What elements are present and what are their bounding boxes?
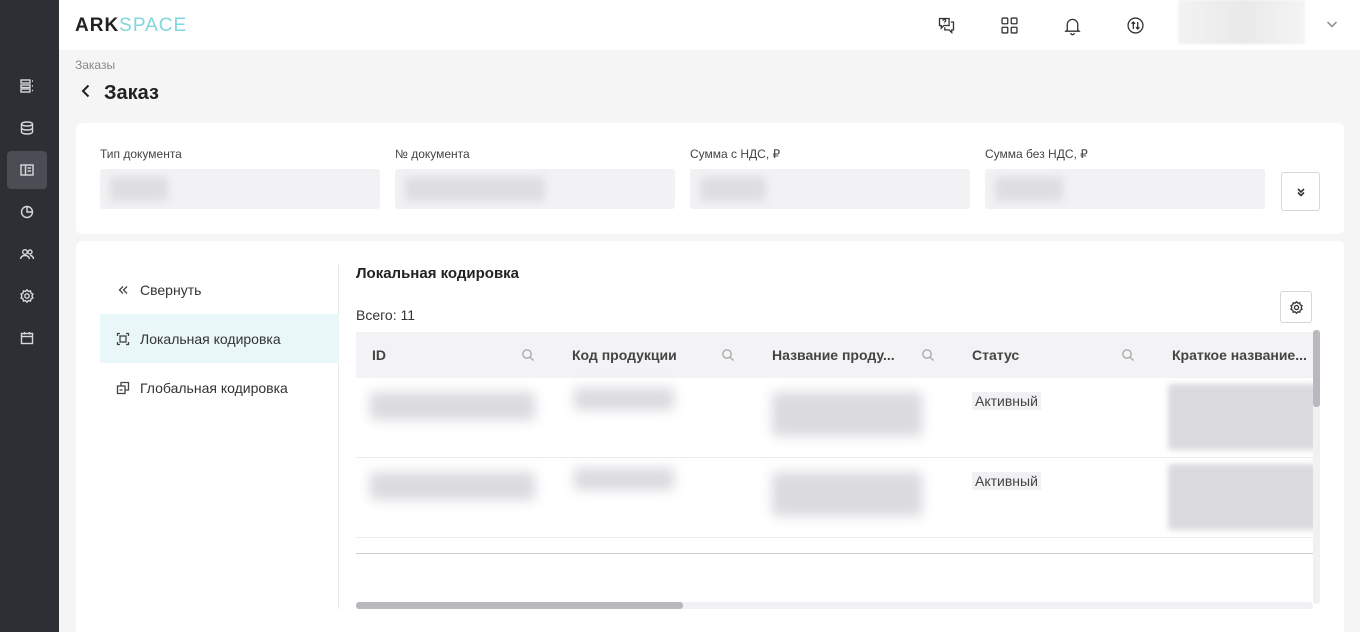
table-row[interactable]: Активный <box>356 458 1313 538</box>
search-icon <box>1122 349 1134 361</box>
section-title: Локальная кодировка <box>356 265 520 282</box>
column-search-button[interactable] <box>721 348 735 362</box>
search-icon <box>522 349 534 361</box>
column-search-button[interactable] <box>921 348 935 362</box>
bell-icon <box>1063 18 1081 35</box>
collapse-button[interactable]: Свернуть <box>100 265 339 314</box>
menu-item-label: Глобальная кодировка <box>140 379 288 396</box>
sync-button[interactable] <box>1123 13 1147 37</box>
field-label: Сумма с НДС, ₽ <box>690 147 781 161</box>
apps-grid-button[interactable] <box>997 13 1021 37</box>
sum-vat-input[interactable] <box>690 169 970 209</box>
gear-icon <box>1289 300 1303 314</box>
vertical-scrollbar-thumb[interactable] <box>1313 330 1320 407</box>
coding-table: ID Код продукции Название проду... Стату… <box>356 332 1313 602</box>
double-chevron-down-icon <box>1296 187 1305 197</box>
breadcrumb[interactable]: Заказы <box>75 58 115 72</box>
users-icon <box>19 249 35 260</box>
column-label: Статус <box>972 347 1020 363</box>
field-label: Сумма без НДС, ₽ <box>985 147 1088 161</box>
sidebar-item-layout[interactable] <box>7 151 47 189</box>
column-label: Название проду... <box>772 347 895 363</box>
column-label: Код продукции <box>572 347 677 363</box>
table-row-partial <box>356 538 1313 554</box>
notifications-button[interactable] <box>1060 13 1084 37</box>
sidebar-item-calendar[interactable] <box>7 319 47 357</box>
menu-item-label: Локальная кодировка <box>140 330 281 347</box>
search-icon <box>922 349 934 361</box>
sidebar-item-database[interactable] <box>7 109 47 147</box>
table-row[interactable]: Активный <box>356 378 1313 458</box>
doc-number-input[interactable] <box>395 169 675 209</box>
pie-chart-icon <box>20 205 34 219</box>
total-count: Всего: 11 <box>356 307 416 323</box>
main-card: Свернуть Локальная кодировка Глобальная … <box>76 241 1344 632</box>
column-header-product-code[interactable]: Код продукции <box>572 332 756 378</box>
scan-frame-icon <box>116 332 130 345</box>
search-icon <box>722 349 734 361</box>
chevron-left-icon <box>81 84 90 98</box>
column-header-status[interactable]: Статус <box>972 332 1156 378</box>
page-title-text: Заказ <box>104 82 159 104</box>
collapse-label: Свернуть <box>140 281 202 298</box>
layout-icon <box>20 164 34 176</box>
sidebar-item-chart[interactable] <box>7 193 47 231</box>
topbar: ARKSPACE <box>59 0 1360 50</box>
sidebar-item-settings[interactable] <box>7 277 47 315</box>
double-chevron-left-icon <box>118 285 128 294</box>
list-icon <box>20 79 33 93</box>
sync-icon <box>1126 16 1144 34</box>
column-search-button[interactable] <box>1121 348 1135 362</box>
logo[interactable]: ARKSPACE <box>75 15 187 37</box>
sidebar <box>0 0 59 632</box>
doc-type-input[interactable] <box>100 169 380 209</box>
page-title: Заказ <box>78 82 159 105</box>
field-sum-no-vat: Сумма без НДС, ₽ <box>985 147 1265 209</box>
copy-frames-icon <box>116 381 130 394</box>
field-label: Тип документа <box>100 147 182 161</box>
help-chat-button[interactable] <box>934 13 958 37</box>
menu-item-local-coding[interactable]: Локальная кодировка <box>100 314 339 363</box>
field-doc-type: Тип документа <box>100 147 380 209</box>
chevron-down-icon <box>1326 21 1338 28</box>
menu-item-global-coding[interactable]: Глобальная кодировка <box>100 363 339 412</box>
table-header: ID Код продукции Название проду... Стату… <box>356 332 1313 378</box>
calendar-icon <box>20 332 34 345</box>
field-sum-vat: Сумма с НДС, ₽ <box>690 147 970 209</box>
column-label: Краткое название... <box>1172 347 1307 363</box>
document-info-card: Тип документа № документа Сумма с НДС, ₽… <box>76 123 1344 234</box>
column-header-product-name[interactable]: Название проду... <box>772 332 956 378</box>
apps-grid-icon <box>1000 16 1018 34</box>
column-search-button[interactable] <box>521 348 535 362</box>
column-header-id[interactable]: ID <box>372 332 556 378</box>
expand-button[interactable] <box>1281 172 1320 211</box>
status-badge: Активный <box>972 392 1041 410</box>
logo-ark: ARK <box>75 15 120 36</box>
database-icon <box>20 121 34 135</box>
user-profile[interactable] <box>1178 0 1305 44</box>
column-header-short-name[interactable]: Краткое название... <box>1172 332 1313 378</box>
sum-no-vat-input[interactable] <box>985 169 1265 209</box>
horizontal-scrollbar-thumb[interactable] <box>356 602 683 609</box>
user-menu-toggle[interactable] <box>1324 16 1340 32</box>
status-badge: Активный <box>972 472 1041 490</box>
column-label: ID <box>372 347 386 363</box>
help-chat-icon <box>938 17 954 34</box>
gear-icon <box>20 288 34 304</box>
logo-space: SPACE <box>119 15 188 36</box>
back-button[interactable] <box>78 83 94 104</box>
table-settings-button[interactable] <box>1280 291 1312 323</box>
field-label: № документа <box>395 147 470 161</box>
sidebar-item-list[interactable] <box>7 67 47 105</box>
sidebar-item-users[interactable] <box>7 235 47 273</box>
field-doc-number: № документа <box>395 147 675 209</box>
side-menu: Свернуть Локальная кодировка Глобальная … <box>100 265 339 609</box>
